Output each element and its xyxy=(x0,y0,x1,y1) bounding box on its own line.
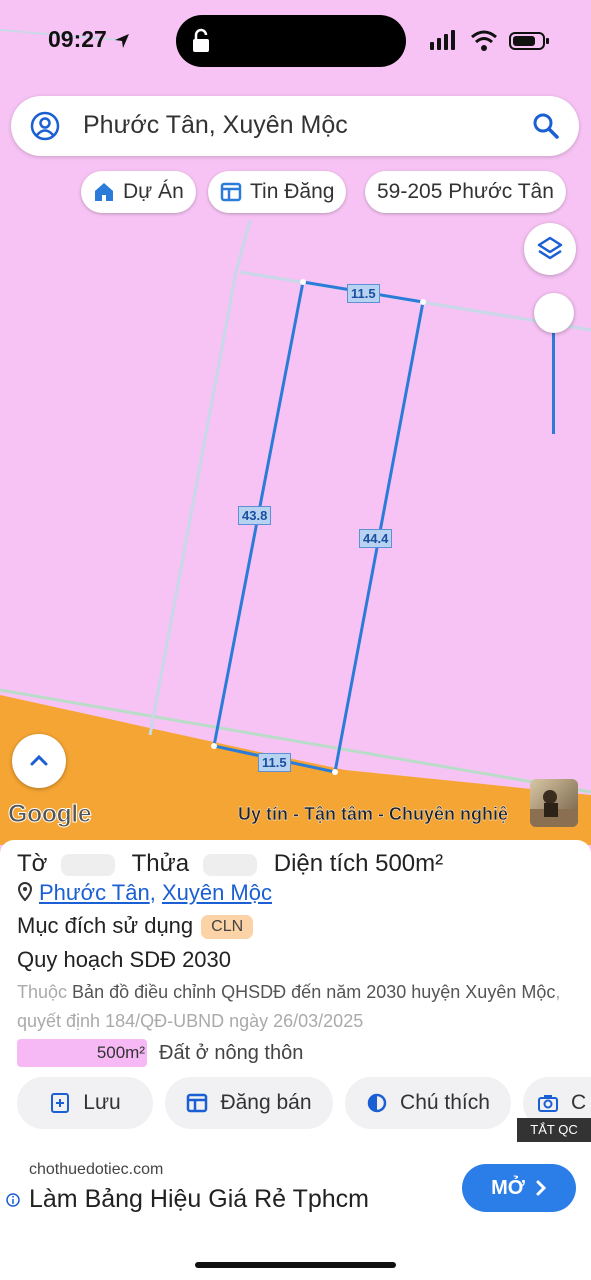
land-legend: 500m² Đất ở nông thôn xyxy=(17,1038,303,1068)
ad-open-button[interactable]: MỞ xyxy=(462,1164,576,1212)
search-query[interactable]: Phước Tân, Xuyên Mộc xyxy=(83,111,348,140)
ad-banner[interactable]: chothuedotiec.com Làm Bảng Hiệu Giá Rẻ T… xyxy=(0,1145,591,1233)
opacity-slider-handle[interactable] xyxy=(534,293,574,333)
parcel-vertex xyxy=(332,769,338,775)
signal-icon xyxy=(430,30,455,50)
search-bar[interactable]: Phước Tân, Xuyên Mộc xyxy=(11,96,579,156)
land-use-purpose: Mục đích sử dụng CLN xyxy=(17,913,254,940)
parcel-location[interactable]: Phước Tân, Xuyên Mộc xyxy=(17,880,272,906)
ad-domain: chothuedotiec.com xyxy=(29,1161,164,1178)
parcel-header: Tờ Thửa Diện tích 500m² xyxy=(17,850,457,878)
lock-icon xyxy=(193,28,209,52)
hide-ad-button[interactable]: TẮT QC xyxy=(517,1118,591,1142)
battery-icon xyxy=(509,32,549,50)
purpose-label: Mục đích sử dụng xyxy=(17,913,194,938)
parcel-vertex xyxy=(300,279,306,285)
listing-icon xyxy=(187,1093,208,1113)
bookmark-plus-icon xyxy=(51,1093,70,1113)
location-arrow-icon xyxy=(115,33,130,48)
to-label: Tờ xyxy=(17,850,48,877)
home-icon xyxy=(95,183,113,201)
chevron-up-icon xyxy=(30,754,48,766)
legend-swatch: 500m² xyxy=(17,1039,147,1067)
dimension-right: 44.4 xyxy=(359,529,393,548)
purpose-badge: CLN xyxy=(201,915,254,940)
status-bar: 09:27 xyxy=(0,0,591,80)
post-sale-label: Đăng bán xyxy=(220,1091,312,1114)
save-label: Lưu xyxy=(83,1091,121,1114)
system-status-icons xyxy=(430,30,549,51)
legend-button-label: Chú thích xyxy=(400,1091,490,1114)
dimension-left: 43.8 xyxy=(238,506,272,525)
location-ward-link[interactable]: Phước Tân xyxy=(39,880,150,905)
ad-open-label: MỞ xyxy=(491,1176,525,1199)
desc-prefix: Thuộc xyxy=(17,982,68,1002)
chevron-right-icon xyxy=(536,1180,546,1196)
half-circle-icon xyxy=(367,1093,387,1113)
bottom-safe-area xyxy=(0,1233,591,1280)
boundary-line xyxy=(148,271,238,736)
ad-title[interactable]: Làm Bảng Hiệu Giá Rẻ Tphcm xyxy=(29,1185,369,1214)
chip-tin-dang[interactable]: Tin Đăng xyxy=(208,171,347,213)
camera-icon xyxy=(538,1095,558,1112)
user-circle-icon[interactable] xyxy=(29,110,61,142)
legend-button[interactable]: Chú thích xyxy=(345,1077,511,1129)
save-button[interactable]: Lưu xyxy=(17,1077,153,1129)
parcel-vertex xyxy=(211,743,217,749)
legend-area: 500m² xyxy=(96,1043,145,1062)
location-separator: , xyxy=(149,880,156,905)
dimension-bottom: 11.5 xyxy=(258,753,291,772)
plot-number-hidden xyxy=(203,853,258,876)
watermark-text: Uy tín - Tận tâm - Chuyên nghiệ xyxy=(238,804,509,824)
listing-icon xyxy=(220,182,242,202)
chip-parcel-code[interactable]: 59-205 Phước Tân xyxy=(365,171,566,213)
chip-du-an[interactable]: Dự Án xyxy=(81,171,196,213)
boundary-line xyxy=(234,219,252,273)
dimension-top: 11.5 xyxy=(347,284,380,303)
plan-description: Thuộc Bản đồ điều chỉnh QHSDĐ đến năm 20… xyxy=(17,978,577,1036)
camera-label: C xyxy=(571,1091,587,1114)
thua-label: Thửa xyxy=(131,850,190,877)
post-sale-button[interactable]: Đăng bán xyxy=(165,1077,333,1129)
map-pin-icon xyxy=(17,881,33,902)
seller-thumbnail[interactable] xyxy=(530,779,578,827)
plan-title: Quy hoạch SDĐ 2030 xyxy=(17,947,232,972)
search-icon[interactable] xyxy=(531,111,561,141)
location-district-link[interactable]: Xuyên Mộc xyxy=(162,880,272,905)
layers-icon xyxy=(537,236,563,260)
chip-label: Dự Án xyxy=(123,180,184,203)
area-text: Diện tích 500m² xyxy=(273,850,444,877)
home-indicator[interactable] xyxy=(195,1262,396,1268)
parcel-vertex xyxy=(420,299,426,305)
wifi-icon xyxy=(471,30,497,51)
info-icon[interactable] xyxy=(6,1193,20,1207)
desc-main: Bản đồ điều chỉnh QHSDĐ đến năm 2030 huy… xyxy=(72,982,556,1002)
chip-label: 59-205 Phước Tân xyxy=(377,180,554,203)
expand-panel-button[interactable] xyxy=(12,734,66,788)
sheet-number-hidden xyxy=(61,853,116,876)
google-logo: Google xyxy=(7,800,92,829)
status-time: 09:27 xyxy=(48,26,131,53)
layers-button[interactable] xyxy=(524,223,576,275)
chip-label: Tin Đăng xyxy=(250,180,335,203)
land-parcel xyxy=(212,280,425,774)
legend-label: Đất ở nông thôn xyxy=(159,1041,304,1064)
